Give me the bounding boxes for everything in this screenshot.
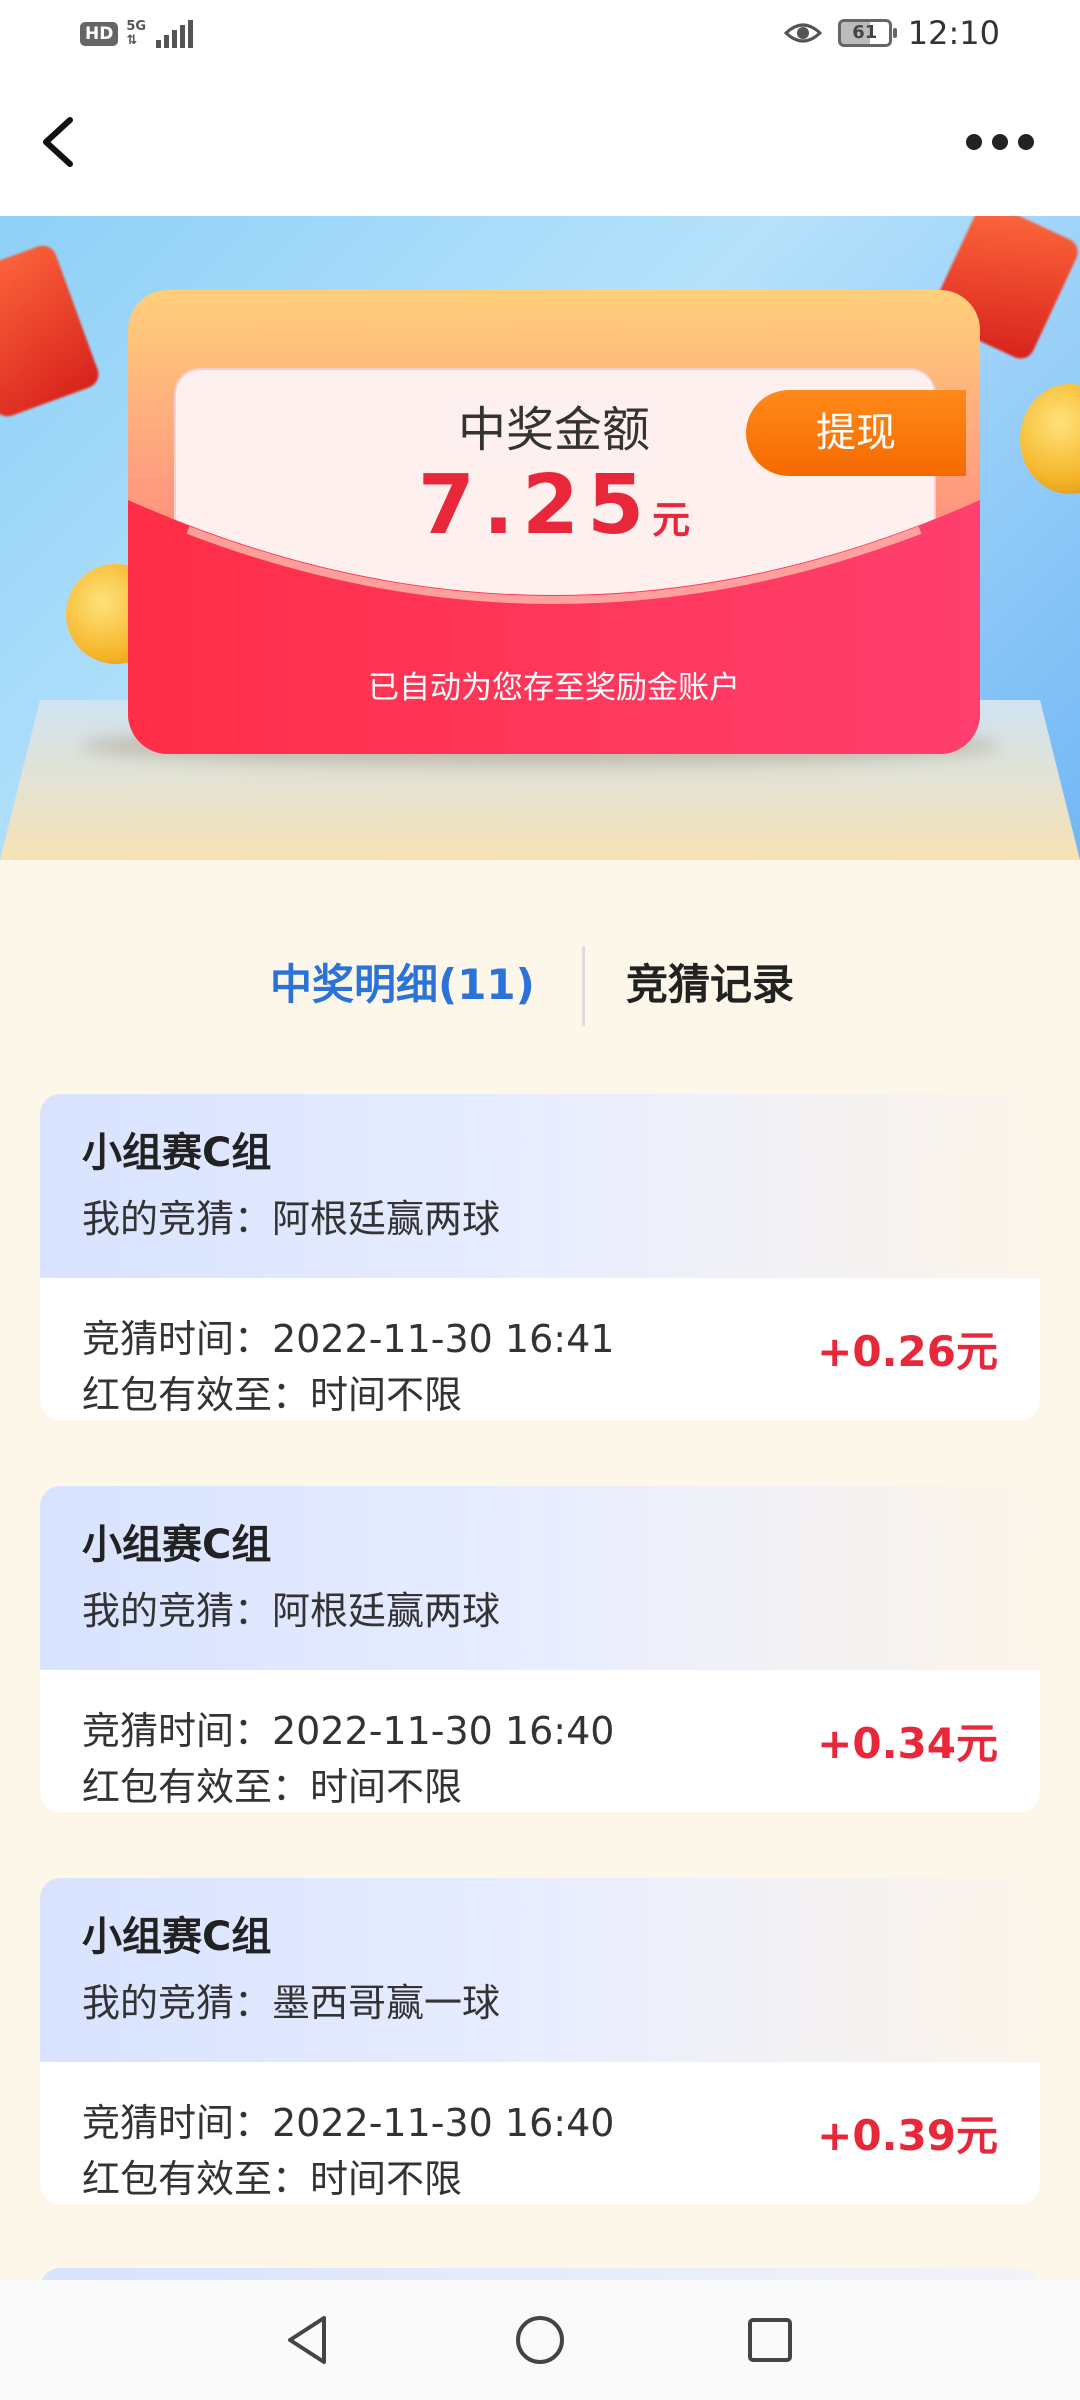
reward-amount: +0.34元 [817,1719,998,1768]
valid-until: 红包有效至：时间不限 [82,1373,463,1417]
reward-amount: +0.26元 [817,1327,998,1376]
item-header: 小组赛C组 我的竞猜：墨西哥赢一球 [40,1878,1040,2062]
match-group: 小组赛C组 [82,1522,272,1568]
clock: 12:10 [907,14,1000,52]
valid-until: 红包有效至：时间不限 [82,2157,463,2201]
eye-icon [783,23,822,43]
amount-value: 7.25 [417,458,653,553]
tab-win-details[interactable]: 中奖明细(11) [270,940,535,1030]
valid-until: 红包有效至：时间不限 [82,1765,463,1809]
hd-badge: HD [80,22,119,46]
my-guess: 我的竞猜：阿根廷赢两球 [82,1589,501,1633]
tab-guess-records[interactable]: 竞猜记录 [626,940,794,1030]
record-tabs: 中奖明细(11) 竞猜记录 [0,940,1080,1030]
match-group: 小组赛C组 [82,1914,272,1960]
tab-divider [582,946,585,1026]
amount-unit: 元 [652,498,691,542]
item-body: 竞猜时间：2022-11-30 16:40 红包有效至：时间不限 +0.39元 [40,2062,1040,2204]
list-item[interactable]: 小组赛C组 我的竞猜：墨西哥赢一球 竞猜时间：2022-11-30 16:40 … [40,1878,1040,2204]
top-bar [0,72,1080,216]
guess-time: 竞猜时间：2022-11-30 16:40 [82,1709,615,1753]
item-body: 竞猜时间：2022-11-30 16:40 红包有效至：时间不限 +0.34元 [40,1670,1040,1812]
my-guess: 我的竞猜：墨西哥赢一球 [82,1981,501,2025]
data-arrows: ⇅ [126,33,138,48]
system-nav-bar [0,2280,1080,2400]
battery-icon: 61 [837,19,897,47]
guess-time: 竞猜时间：2022-11-30 16:40 [82,2101,615,2145]
list-item[interactable]: 小组赛C组 我的竞猜：阿根廷赢两球 竞猜时间：2022-11-30 16:41 … [40,1094,1040,1420]
chevron-left-icon[interactable] [30,112,90,172]
reward-amount: +0.39元 [817,2111,998,2160]
prize-card: 中奖金额 7.25元 提现 已自动为您存至奖励金账户 [128,290,980,754]
list-item[interactable]: 小组赛C组 我的竞猜：阿根廷赢两球 竞猜时间：2022-11-30 16:40 … [40,1486,1040,1812]
status-bar: HD 5G ⇅ 61 12:10 [0,0,1080,72]
triangle-back-icon[interactable] [280,2312,336,2368]
circle-home-icon[interactable] [512,2312,568,2368]
square-recents-icon[interactable] [742,2312,798,2368]
item-body: 竞猜时间：2022-11-30 16:41 红包有效至：时间不限 +0.26元 [40,1278,1040,1420]
prize-banner: 中奖金额 7.25元 提现 已自动为您存至奖励金账户 [0,216,1080,860]
status-right: 61 12:10 [783,14,1000,52]
more-dots-icon[interactable] [960,122,1040,162]
win-record-list: 小组赛C组 我的竞猜：阿根廷赢两球 竞猜时间：2022-11-30 16:41 … [40,1094,1040,2270]
guess-time: 竞猜时间：2022-11-30 16:41 [82,1317,615,1361]
match-group: 小组赛C组 [82,1130,272,1176]
withdraw-button[interactable]: 提现 [746,390,966,476]
status-left: HD 5G ⇅ [80,20,194,48]
red-envelope-decor-left [0,241,103,421]
coin-icon-right [1020,384,1080,494]
signal-icon [156,20,194,48]
item-header: 小组赛C组 我的竞猜：阿根廷赢两球 [40,1486,1040,1670]
auto-save-note: 已自动为您存至奖励金账户 [368,670,740,706]
item-header: 小组赛C组 我的竞猜：阿根廷赢两球 [40,1094,1040,1278]
my-guess: 我的竞猜：阿根廷赢两球 [82,1197,501,1241]
network-label: 5G [126,19,147,34]
network-type: 5G ⇅ [126,20,146,48]
